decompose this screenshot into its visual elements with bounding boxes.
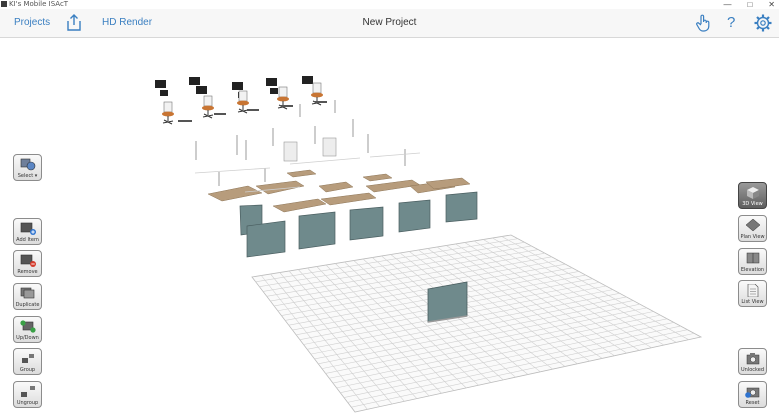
- group-button[interactable]: Group: [13, 348, 42, 375]
- duplicate-label: Duplicate: [15, 302, 40, 308]
- filing-cabinets[interactable]: [283, 137, 337, 162]
- up-down-label: Up/Down: [16, 335, 39, 341]
- camera-icon: [746, 353, 760, 365]
- elevation-button[interactable]: Elevation: [738, 248, 767, 275]
- 3d-view-button[interactable]: 3D View: [738, 182, 767, 209]
- gear-icon[interactable]: [753, 13, 773, 33]
- close-button[interactable]: ✕: [768, 0, 775, 9]
- app-icon: [1, 1, 7, 7]
- plan-view-label: Plan View: [740, 234, 765, 240]
- camera-reset-icon: [745, 387, 760, 398]
- add-item-label: Add Item: [16, 237, 39, 243]
- add-item-icon: [20, 222, 36, 235]
- list-view-label: List View: [741, 299, 764, 305]
- remove-icon: [20, 254, 36, 267]
- help-icon[interactable]: ?: [727, 14, 735, 31]
- office-chair[interactable]: [202, 95, 214, 119]
- app-toolbar: Projects HD Render New Project ?: [0, 9, 779, 38]
- select-button[interactable]: Select ▾: [13, 154, 42, 181]
- minimize-button[interactable]: —: [723, 0, 731, 9]
- 3d-viewport[interactable]: [0, 38, 779, 417]
- reset-button[interactable]: Reset: [738, 381, 767, 408]
- window-title: KI's Mobile ISAcT: [9, 0, 69, 8]
- cube-icon: [747, 187, 759, 199]
- elevation-label: Elevation: [740, 267, 765, 273]
- duplicate-button[interactable]: Duplicate: [13, 283, 42, 310]
- ungroup-button[interactable]: Ungroup: [13, 381, 42, 408]
- ungroup-icon: [21, 386, 35, 397]
- panel-on-floor[interactable]: [427, 281, 468, 323]
- scene-canvas[interactable]: [0, 38, 779, 417]
- plan-view-icon: [745, 219, 761, 232]
- ungroup-label: Ungroup: [16, 400, 39, 406]
- window-titlebar: KI's Mobile ISAcT — □ ✕: [0, 0, 779, 9]
- plan-view-button[interactable]: Plan View: [738, 215, 767, 242]
- select-label: Select ▾: [17, 173, 38, 179]
- hand-pointer-icon[interactable]: [693, 13, 713, 33]
- monitors[interactable]: [155, 76, 313, 98]
- window-controls: — □ ✕: [723, 0, 775, 9]
- document-icon: [747, 284, 759, 297]
- select-icon: [20, 158, 36, 171]
- keyboards: [178, 101, 327, 122]
- list-view-button[interactable]: List View: [738, 280, 767, 307]
- unlocked-label: Unlocked: [741, 367, 764, 373]
- group-label: Group: [19, 367, 36, 373]
- up-down-button[interactable]: Up/Down: [13, 316, 42, 343]
- group-icon: [22, 354, 34, 363]
- office-chair[interactable]: [162, 101, 174, 125]
- add-item-button[interactable]: Add Item: [13, 218, 42, 245]
- reset-label: Reset: [745, 400, 760, 406]
- 3d-view-label: 3D View: [742, 201, 763, 207]
- floor-grid: [251, 234, 703, 413]
- elevation-icon: [746, 252, 760, 264]
- unlocked-button[interactable]: Unlocked: [738, 348, 767, 375]
- up-down-icon: [20, 320, 36, 333]
- maximize-button[interactable]: □: [747, 0, 752, 9]
- duplicate-icon: [20, 287, 35, 299]
- remove-button[interactable]: Remove: [13, 250, 42, 277]
- remove-label: Remove: [17, 269, 38, 275]
- project-title: New Project: [362, 17, 417, 28]
